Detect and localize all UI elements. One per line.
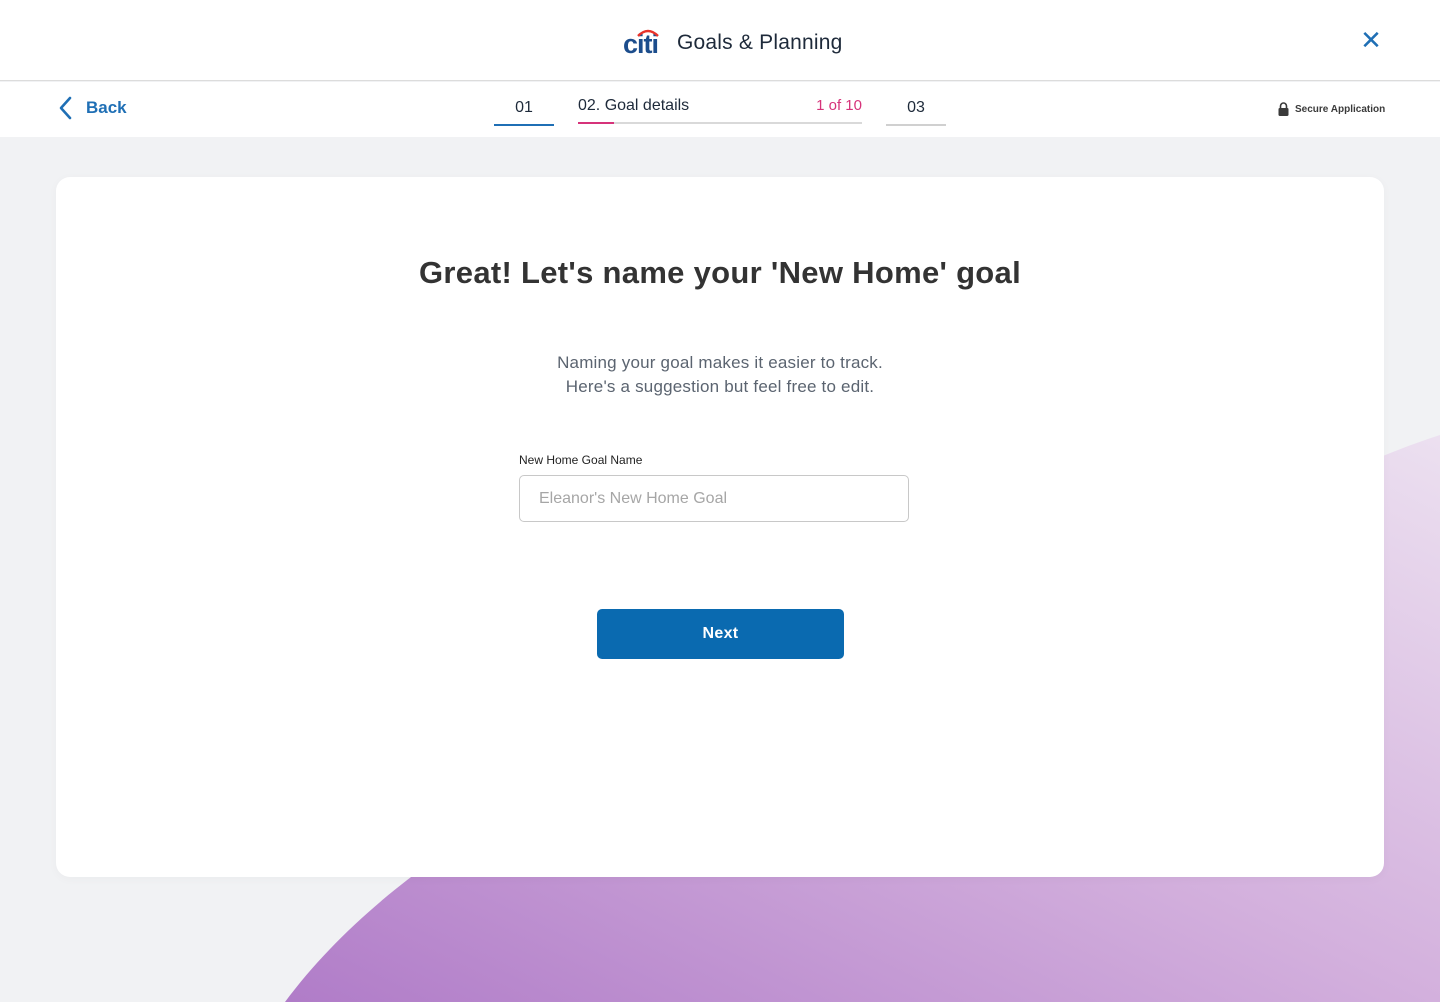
app-title: Goals & Planning [677, 31, 843, 54]
step-1: 01 [494, 99, 554, 126]
description: Naming your goal makes it easier to trac… [56, 351, 1384, 399]
back-button[interactable]: Back [58, 96, 127, 120]
citi-logo-icon: citi [623, 29, 659, 59]
step-progress-track [578, 122, 862, 124]
secure-application: Secure Application [1278, 102, 1385, 116]
top-header: citi Goals & Planning ✕ [0, 0, 1440, 81]
step-3: 03 [886, 99, 946, 126]
lock-icon [1278, 102, 1289, 116]
brand: citi Goals & Planning [623, 26, 842, 60]
close-icon[interactable]: ✕ [1359, 27, 1383, 53]
chevron-left-icon [59, 96, 72, 120]
step-progress-fill [578, 122, 614, 124]
secure-application-label: Secure Application [1295, 103, 1386, 115]
goal-name-card: Great! Let's name your 'New Home' goal N… [56, 177, 1384, 877]
description-line-2: Here's a suggestion but feel free to edi… [565, 377, 875, 396]
back-label: Back [86, 98, 127, 117]
description-line-1: Naming your goal makes it easier to trac… [557, 353, 883, 372]
step-progress-count: 1 of 10 [816, 97, 862, 114]
step-2-label: 02. Goal details [578, 97, 690, 114]
next-button[interactable]: Next [597, 609, 844, 659]
goal-name-input[interactable] [519, 475, 909, 522]
step-2-goal-details: 02. Goal details 1 of 10 [578, 97, 862, 124]
page-title: Great! Let's name your 'New Home' goal [419, 255, 1021, 290]
goal-name-label: New Home Goal Name [519, 453, 643, 467]
step-bar: Back 01 02. Goal details 1 of 10 03 Secu… [0, 82, 1440, 137]
